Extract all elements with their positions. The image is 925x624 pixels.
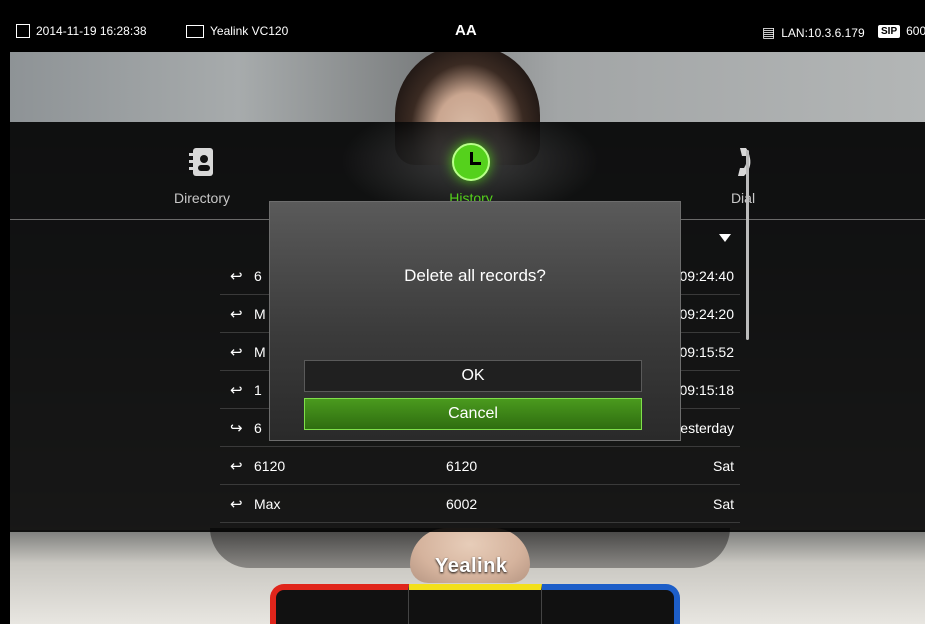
device-item: Yealink VC120 [186, 24, 288, 38]
input-method-icon[interactable]: AA [455, 22, 477, 39]
directory-icon [142, 140, 262, 184]
tab-directory-label: Directory [173, 190, 230, 206]
dialog-message: Delete all records? [404, 266, 546, 285]
list-item[interactable]: ↩ Max 6002 Sat [220, 485, 740, 523]
network-address: LAN:10.3.6.179 [781, 25, 865, 40]
network-icon: ▤ [762, 24, 776, 40]
phone-icon [683, 140, 803, 184]
tab-history[interactable]: History [411, 140, 531, 206]
network-item: ▤ LAN:10.3.6.179 [762, 24, 865, 41]
softkey-red[interactable] [270, 584, 409, 624]
sort-dropdown-icon[interactable] [719, 234, 731, 242]
tab-dial[interactable]: Dial [683, 140, 803, 206]
ok-button[interactable]: OK [304, 360, 642, 392]
incoming-call-icon: ↩ [230, 344, 243, 361]
display-icon [186, 24, 204, 38]
incoming-call-icon: ↩ [230, 268, 243, 285]
incoming-call-icon: ↩ [230, 496, 243, 513]
sip-badge: SIP [878, 24, 901, 38]
datetime-item: 2014-11-19 16:28:38 [16, 24, 147, 38]
softkey-blue[interactable] [542, 584, 680, 624]
status-bar: 2014-11-19 16:28:38 Yealink VC120 AA ▤ L… [10, 10, 925, 52]
screen: 2014-11-19 16:28:38 Yealink VC120 AA ▤ L… [10, 10, 925, 624]
softkey-yellow[interactable] [409, 584, 542, 624]
datetime-text: 2014-11-19 16:28:38 [36, 24, 147, 38]
incoming-call-icon: ↩ [230, 458, 243, 475]
incoming-call-icon: ↩ [230, 306, 243, 323]
clock-icon [16, 24, 30, 38]
tab-directory[interactable]: Directory [142, 140, 262, 206]
incoming-call-icon: ↩ [230, 382, 243, 399]
scrollbar[interactable] [746, 150, 749, 340]
tab-dial-label: Dial [730, 190, 756, 206]
sip-account: 6002 [906, 24, 925, 38]
softkey-bar [270, 584, 680, 624]
list-item[interactable]: ↩ 6120 6120 Sat [220, 447, 740, 485]
delete-confirm-dialog: Delete all records? OK Cancel [269, 201, 681, 441]
device-name: Yealink VC120 [210, 24, 289, 38]
brand-logo: Yealink [435, 555, 508, 577]
sip-account-item: SIP 6002 [878, 24, 925, 38]
cancel-button[interactable]: Cancel [304, 398, 642, 430]
outgoing-call-icon: ↪ [230, 420, 243, 437]
clock-icon [452, 143, 490, 181]
